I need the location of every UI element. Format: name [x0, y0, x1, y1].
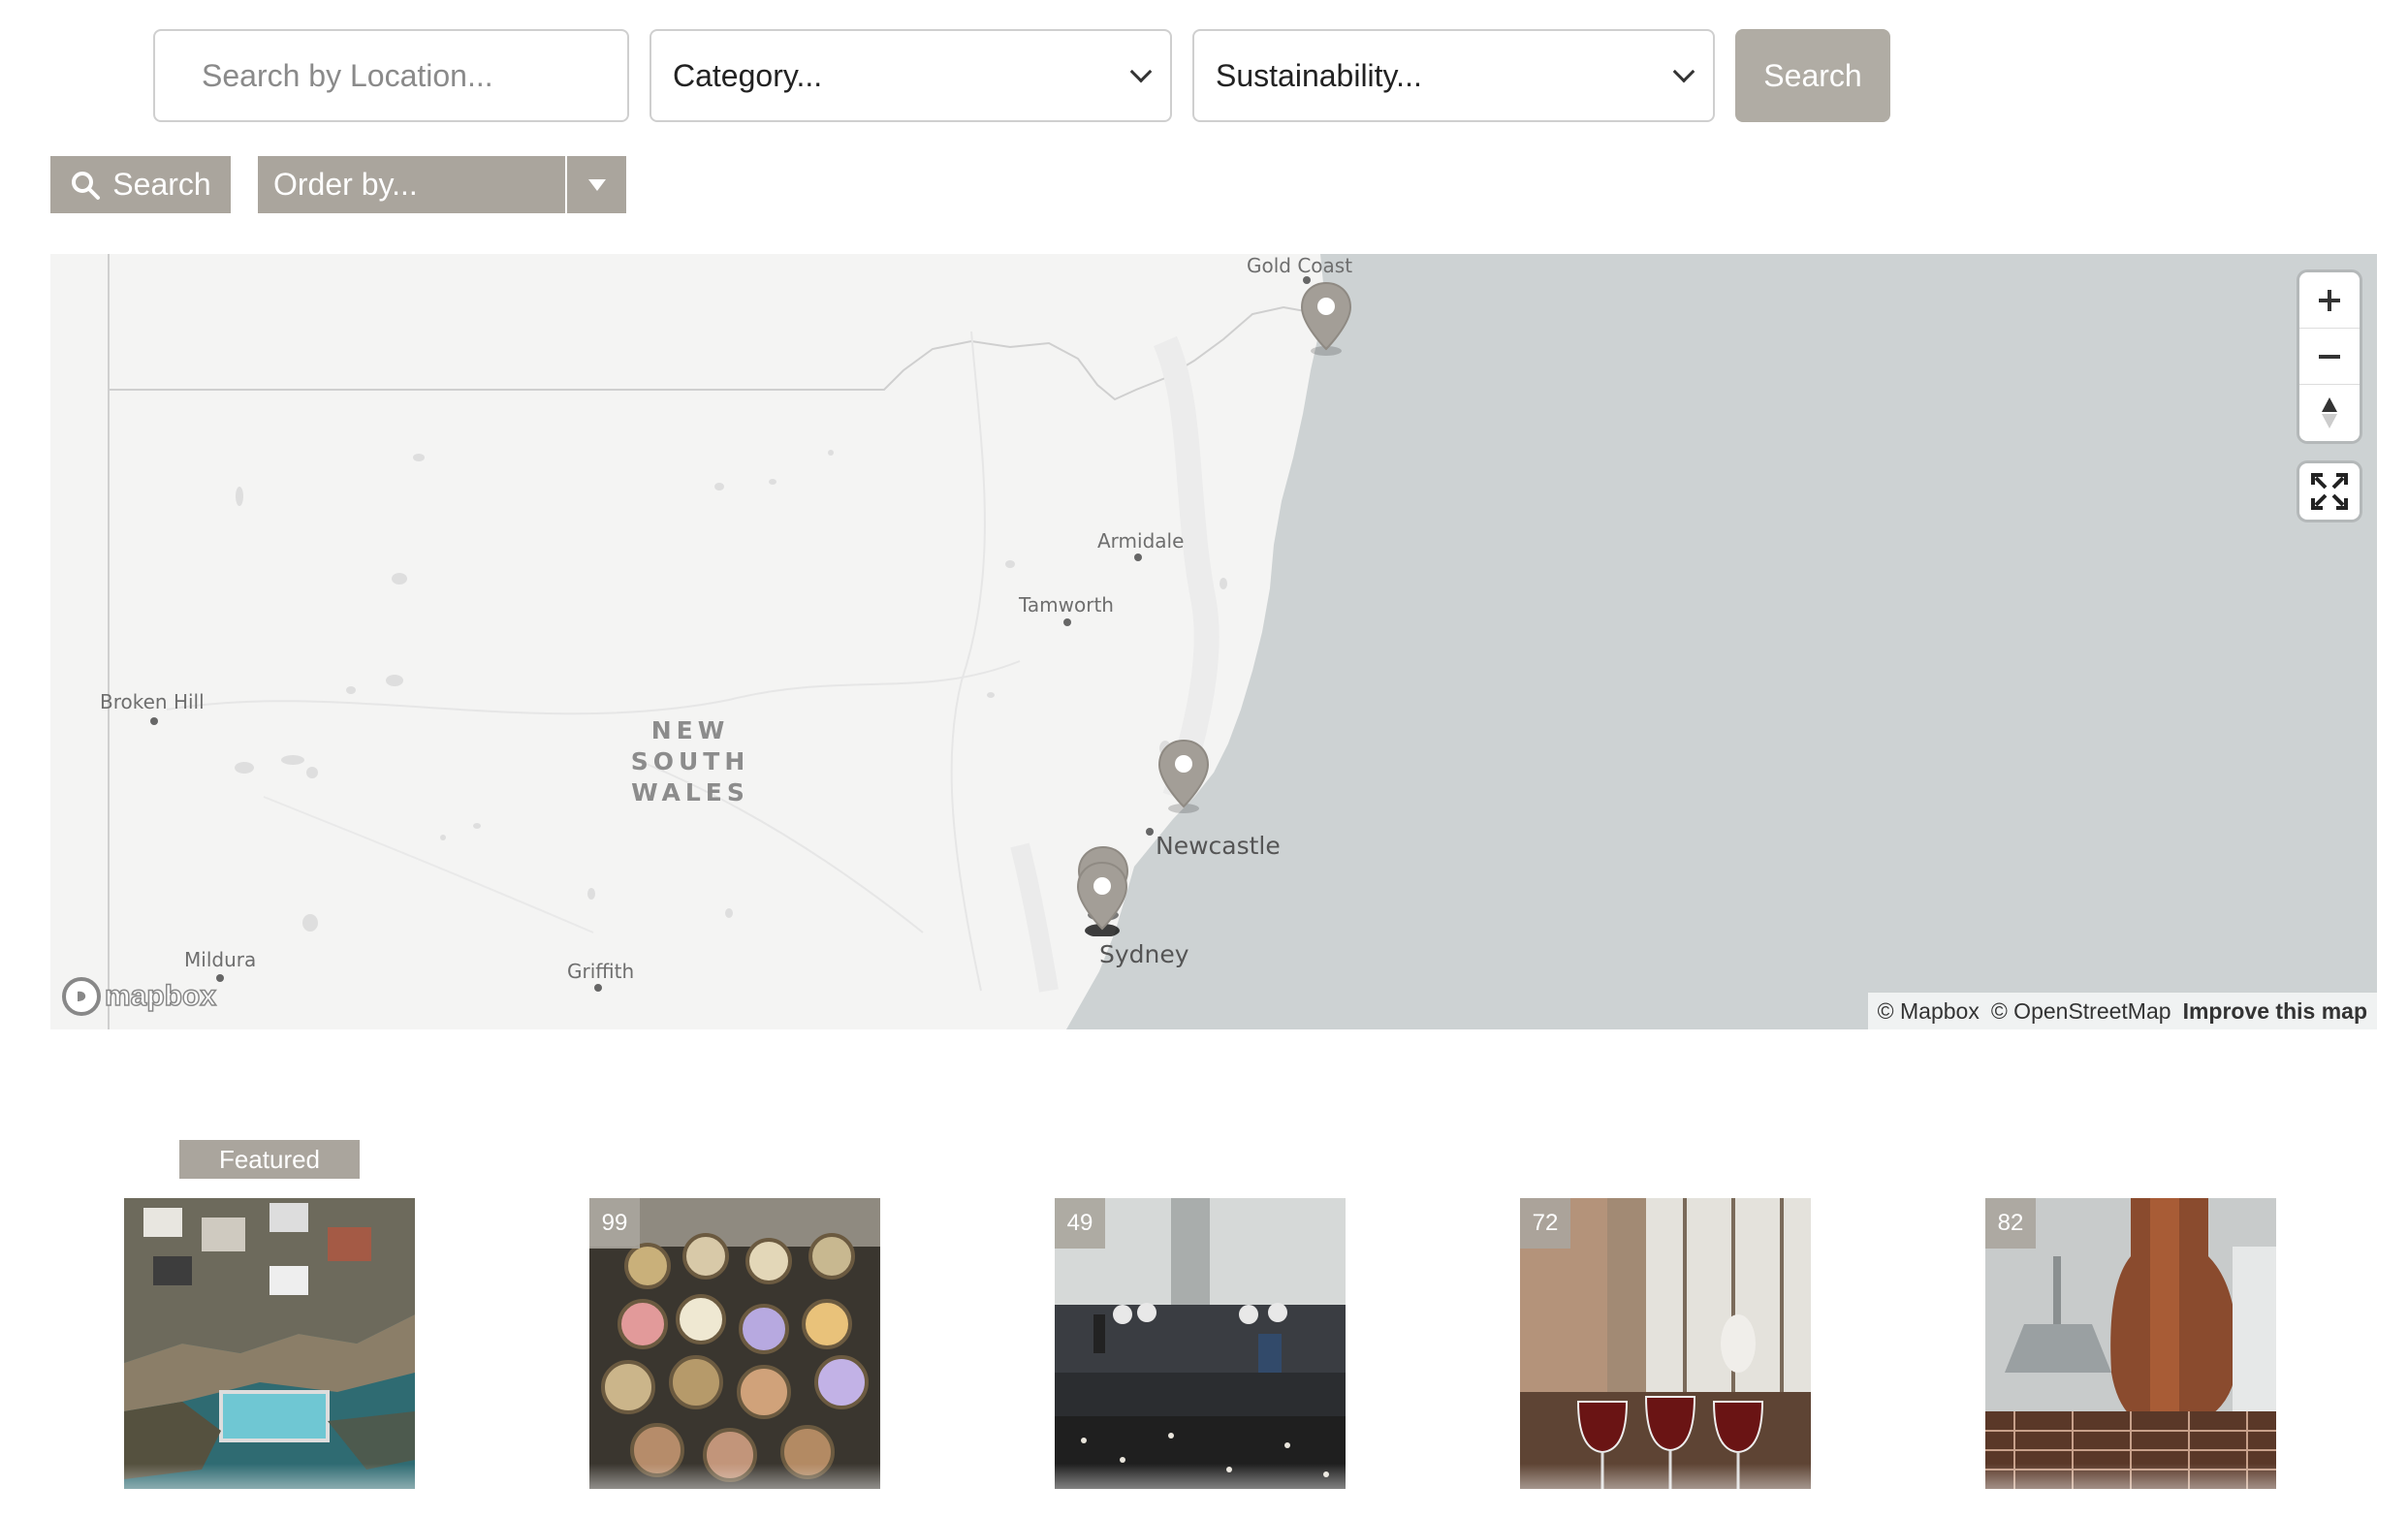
listing-badge: 72 [1520, 1198, 1570, 1249]
minus-icon [2319, 354, 2340, 359]
map-label-armidale: Armidale [1097, 529, 1185, 553]
mapbox-logo-icon [62, 977, 101, 1016]
fullscreen-button[interactable] [2299, 463, 2360, 520]
listing-thumbnail[interactable]: 82 [1985, 1198, 2276, 1489]
filter-bar: Category... Sustainability... Search [153, 29, 1890, 122]
chevron-down-icon [1672, 60, 1695, 83]
zoom-out-button[interactable] [2299, 329, 2360, 385]
map[interactable]: Gold Coast Armidale Tamworth Broken Hill… [50, 254, 2377, 1029]
sustainability-select[interactable]: Sustainability... [1192, 29, 1715, 122]
toolbar: Search Order by... [50, 156, 626, 213]
listing-thumbnail[interactable]: 99 [589, 1198, 880, 1489]
map-label-state: NEW SOUTH WALES [593, 715, 787, 808]
map-marker[interactable] [1075, 861, 1129, 936]
chevron-down-icon [1129, 60, 1153, 83]
listing-badge: 82 [1985, 1198, 2036, 1249]
map-label-tamworth: Tamworth [1019, 593, 1114, 617]
map-label-broken-hill: Broken Hill [100, 690, 205, 713]
map-label-state-line2: WALES [631, 778, 749, 806]
map-label-sydney: Sydney [1099, 940, 1189, 968]
listing-badge: 49 [1055, 1198, 1105, 1249]
map-marker[interactable] [1299, 281, 1353, 357]
map-nav-controls [2299, 272, 2360, 441]
sustainability-select-value: Sustainability... [1216, 57, 1422, 93]
plus-icon [2319, 289, 2340, 311]
search-button[interactable]: Search [50, 156, 231, 213]
map-label-state-line1: NEW SOUTH [630, 716, 750, 775]
listing-thumbnail[interactable]: 49 [1055, 1198, 1346, 1489]
category-select[interactable]: Category... [650, 29, 1172, 122]
fullscreen-icon [2311, 473, 2348, 510]
featured-label: Featured [179, 1140, 360, 1179]
attribution-osm-link[interactable]: © OpenStreetMap [1991, 998, 2171, 1025]
zoom-in-button[interactable] [2299, 272, 2360, 329]
improve-map-link[interactable]: Improve this map [2183, 998, 2367, 1025]
caret-down-icon [587, 178, 606, 191]
order-by-select[interactable]: Order by... [258, 156, 626, 213]
bottom-fade [0, 1464, 2408, 1518]
order-by-value: Order by... [258, 156, 565, 213]
compass-button[interactable] [2299, 385, 2360, 441]
listing-thumbnail[interactable] [124, 1198, 415, 1489]
mapbox-logo[interactable]: mapbox [62, 977, 217, 1016]
map-label-mildura: Mildura [184, 948, 257, 971]
listing-photo-coast [124, 1198, 415, 1489]
map-marker[interactable] [1156, 739, 1211, 814]
compass-icon [2322, 397, 2337, 428]
search-button-label: Search [112, 167, 211, 202]
map-label-gold-coast: Gold Coast [1247, 254, 1353, 277]
map-base [108, 254, 2377, 1029]
map-label-newcastle: Newcastle [1156, 832, 1281, 860]
listing-badge: 99 [589, 1198, 640, 1249]
filter-search-label: Search [1763, 57, 1862, 93]
filter-search-button[interactable]: Search [1735, 29, 1890, 122]
search-icon [72, 171, 101, 200]
location-search-input[interactable] [153, 29, 629, 122]
attribution-mapbox-link[interactable]: © Mapbox [1878, 998, 1980, 1025]
mapbox-logo-text: mapbox [104, 979, 217, 1013]
map-label-griffith: Griffith [567, 960, 635, 983]
category-select-value: Category... [673, 57, 823, 93]
map-attribution: © Mapbox © OpenStreetMap Improve this ma… [1867, 993, 2377, 1029]
order-by-toggle[interactable] [565, 156, 626, 213]
listing-thumbnail[interactable]: 72 [1520, 1198, 1811, 1489]
